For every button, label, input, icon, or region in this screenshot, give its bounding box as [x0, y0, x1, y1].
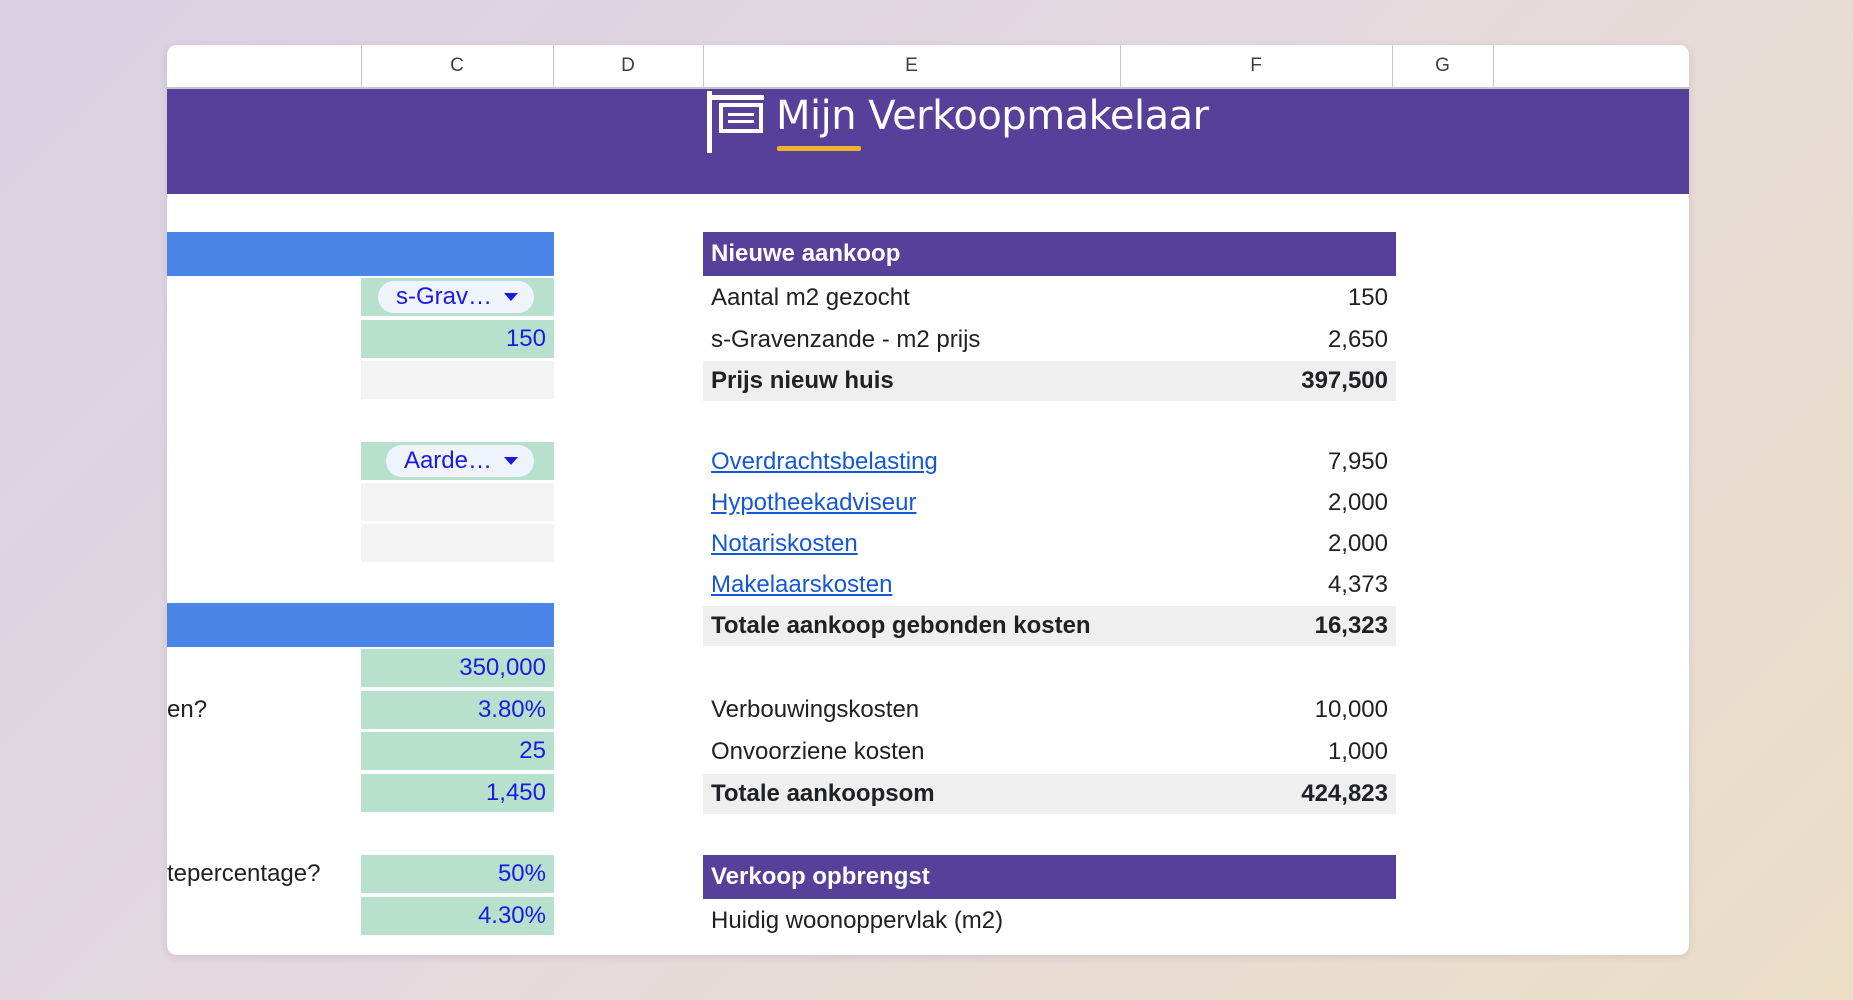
column-label: E [905, 55, 918, 76]
row-totale-aankoopsom[interactable]: Totale aankoopsom 424,823 [703, 774, 1396, 814]
row-onvoorziene-kosten[interactable]: Onvoorziene kosten 1,000 [703, 732, 1396, 772]
row-m2-prijs[interactable]: s-Gravenzande - m2 prijs 2,650 [703, 320, 1396, 360]
brand-banner: Mijn Verkoopmakelaar [167, 89, 1689, 194]
empty-cell[interactable] [361, 361, 554, 399]
row-aantal-m2[interactable]: Aantal m2 gezocht 150 [703, 278, 1396, 318]
column-header-row: C D E F G [167, 45, 1689, 89]
notariskosten-link[interactable]: Notariskosten [711, 530, 858, 558]
row-makelaarskosten[interactable]: Makelaarskosten 4,373 [703, 565, 1396, 605]
column-label: C [450, 55, 464, 76]
row-totale-gebonden-kosten[interactable]: Totale aankoop gebonden kosten 16,323 [703, 606, 1396, 646]
row-value: 2,650 [1327, 326, 1388, 353]
overdrachtsbelasting-link[interactable]: Overdrachtsbelasting [711, 448, 938, 476]
percentage-input-cell[interactable]: 50% [361, 855, 554, 893]
location-dropdown-cell[interactable]: s-Grav… [361, 278, 554, 316]
spreadsheet-window: C D E F G Mijn Verkoopmakelaar s-Grav… 1… [167, 45, 1689, 955]
years-input-cell[interactable]: 25 [361, 732, 554, 770]
logo-text: Mijn Verkoopmakelaar [776, 93, 1209, 139]
row-value: 397,500 [1301, 367, 1388, 394]
row-notariskosten[interactable]: Notariskosten 2,000 [703, 524, 1396, 564]
monthly-input-cell[interactable]: 1,450 [361, 774, 554, 812]
section-header-verkoop-opbrengst: Verkoop opbrengst [703, 855, 1396, 899]
row-value: 2,000 [1327, 530, 1388, 557]
column-header-g[interactable]: G [1392, 45, 1494, 87]
section-header-bar-1 [167, 232, 554, 276]
interest-rate-input-cell[interactable]: 3.80% [361, 691, 554, 729]
rate2-input-cell[interactable]: 4.30% [361, 897, 554, 935]
row-label: Totale aankoopsom [711, 780, 935, 807]
row-label: Prijs nieuw huis [711, 367, 894, 394]
row-value: 1,000 [1327, 738, 1388, 765]
makelaarskosten-link[interactable]: Makelaarskosten [711, 571, 892, 599]
m2-input-cell[interactable]: 150 [361, 320, 554, 358]
row-value: 16,323 [1314, 612, 1388, 639]
type-dropdown-value: Aarde… [403, 447, 492, 474]
row-label: Huidig woonoppervlak (m2) [711, 907, 1004, 934]
row-prijs-nieuw-huis[interactable]: Prijs nieuw huis 397,500 [703, 361, 1396, 401]
column-label: D [621, 55, 635, 76]
percentage-label-fragment: ­tepercentage? [167, 860, 321, 887]
caret-down-icon [504, 457, 518, 465]
logo-underline [777, 146, 861, 151]
column-header-d[interactable]: D [553, 45, 704, 87]
empty-cell[interactable] [361, 483, 554, 521]
row-label: Verbouwingskosten [711, 696, 920, 723]
row-label: s-Gravenzande - m2 prijs [711, 326, 981, 353]
amount-input-cell[interactable]: 350,000 [361, 649, 554, 687]
type-dropdown-cell[interactable]: Aarde… [361, 442, 554, 480]
location-dropdown-value: s-Grav… [396, 283, 492, 310]
column-header-e[interactable]: E [703, 45, 1121, 87]
hypotheekadviseur-link[interactable]: Hypotheekadviseur [711, 489, 916, 517]
column-header-b[interactable] [167, 45, 362, 87]
row-verbouwingskosten[interactable]: Verbouwingskosten 10,000 [703, 690, 1396, 730]
row-label: Totale aankoop gebonden kosten [711, 612, 1091, 639]
column-label: F [1250, 55, 1262, 76]
row-value: 424,823 [1301, 780, 1388, 807]
row-label: Aantal m2 gezocht [711, 284, 910, 311]
row-value: 10,000 [1314, 696, 1388, 723]
row-label: Onvoorziene kosten [711, 738, 925, 765]
empty-cell[interactable] [361, 524, 554, 562]
row-value: 150 [1347, 284, 1388, 311]
row-huidig-woonoppervlak[interactable]: Huidig woonoppervlak (m2) [703, 901, 1396, 941]
row-overdrachtsbelasting[interactable]: Overdrachtsbelasting 7,950 [703, 442, 1396, 482]
column-header-f[interactable]: F [1120, 45, 1393, 87]
location-dropdown[interactable]: s-Grav… [378, 281, 534, 313]
section-header-nieuwe-aankoop: Nieuwe aankoop [703, 232, 1396, 276]
caret-down-icon [504, 293, 518, 301]
column-header-c[interactable]: C [361, 45, 554, 87]
column-label: G [1435, 55, 1450, 76]
section-header-bar-2 [167, 603, 554, 647]
type-dropdown[interactable]: Aarde… [385, 445, 534, 477]
row-value: 7,950 [1327, 448, 1388, 475]
row-hypotheekadviseur[interactable]: Hypotheekadviseur 2,000 [703, 483, 1396, 523]
row-value: 2,000 [1327, 489, 1388, 516]
for-sale-sign-icon [707, 91, 764, 153]
row-value: 4,373 [1327, 571, 1388, 598]
interest-label-fragment: en? [167, 696, 208, 723]
